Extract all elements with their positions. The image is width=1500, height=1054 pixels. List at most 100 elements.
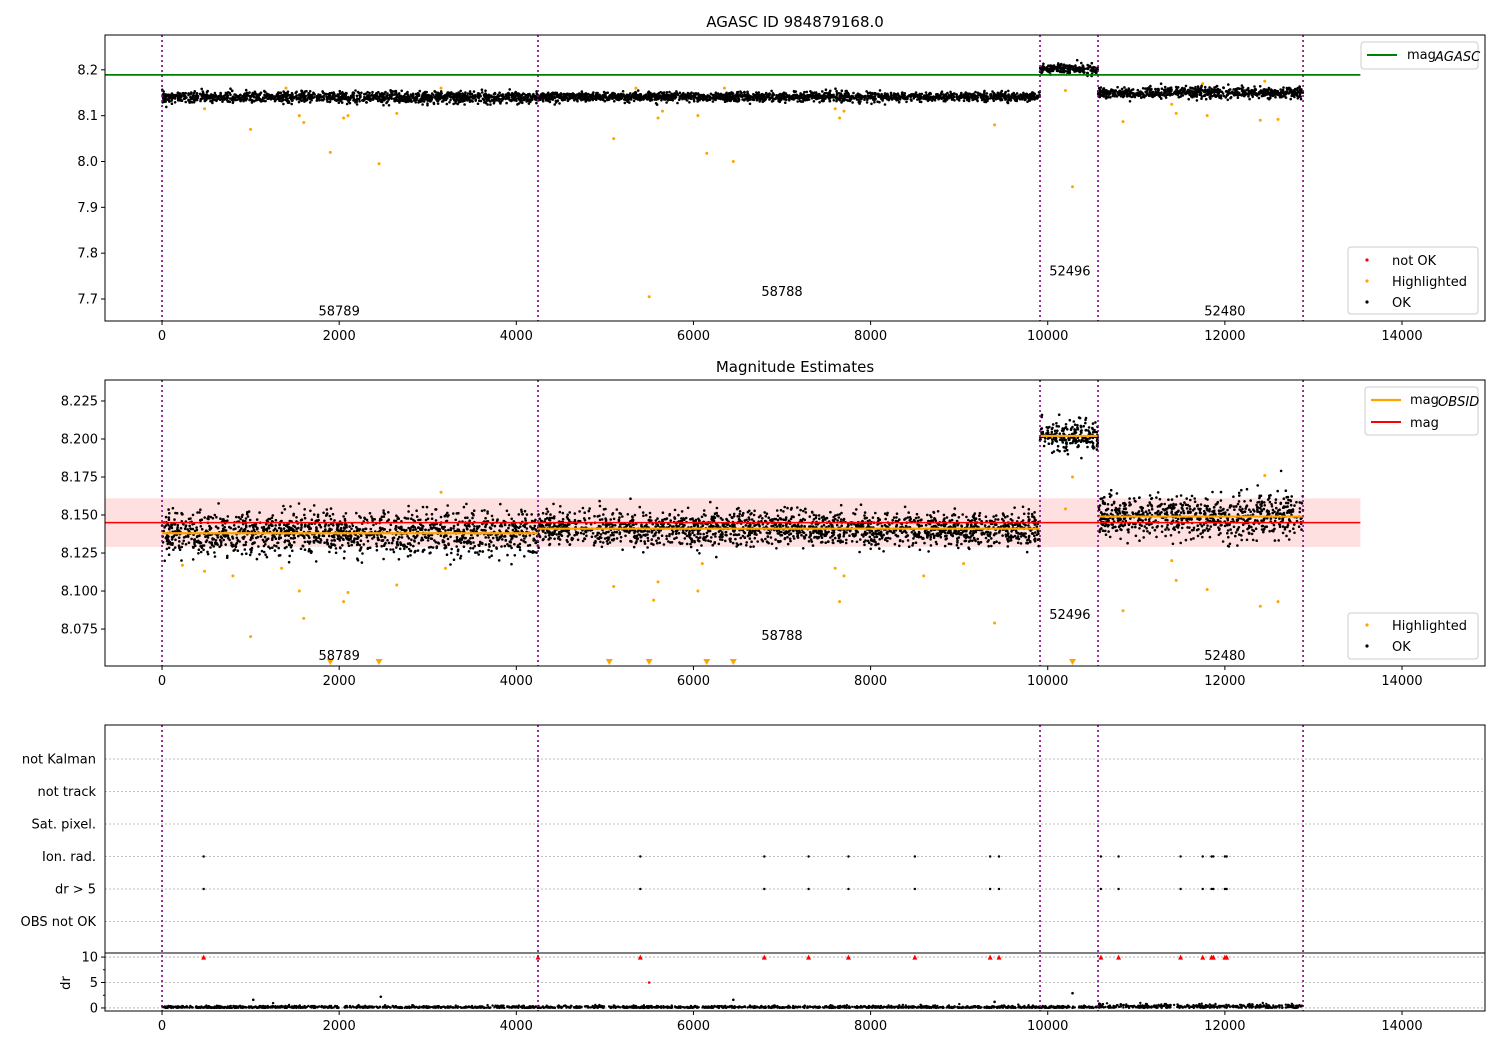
ok-point: [1182, 94, 1185, 97]
ok-point: [450, 92, 453, 95]
ok-point: [356, 103, 359, 106]
ok-point: [248, 91, 251, 94]
ok-point: [206, 551, 209, 554]
ok-point: [1282, 86, 1285, 89]
ok-point: [531, 96, 534, 99]
ok-point: [1099, 90, 1102, 93]
ok-point: [931, 99, 934, 102]
ok-point: [300, 548, 303, 551]
highlighted-point: [1206, 114, 1209, 117]
ok-point: [1042, 63, 1045, 66]
ok-point: [953, 99, 956, 102]
ok-point: [1116, 86, 1119, 89]
ok-point: [514, 554, 517, 557]
figure: AGASC ID 984879168.0 Magnitude Estimates…: [0, 0, 1500, 1050]
ok-point: [1219, 89, 1222, 92]
ok-point: [815, 94, 818, 97]
ok-point: [297, 535, 300, 538]
ok-point: [866, 101, 869, 104]
ok-point: [481, 91, 484, 94]
ok-point: [1205, 90, 1208, 93]
ok-point: [422, 506, 425, 509]
ok-point: [446, 103, 449, 106]
ok-point: [1022, 92, 1025, 95]
ok-point: [905, 101, 908, 104]
ok-point: [1213, 94, 1216, 97]
ok-point: [723, 94, 726, 97]
ok-point: [814, 97, 817, 100]
ok-point: [925, 91, 928, 94]
ok-point: [504, 545, 507, 548]
ok-point: [353, 92, 356, 95]
ok-point: [331, 95, 334, 98]
ok-point: [1248, 93, 1251, 96]
ok-point: [928, 93, 931, 96]
ok-point: [1001, 94, 1004, 97]
ok-point: [328, 528, 331, 531]
ok-point: [643, 95, 646, 98]
ok-point: [398, 99, 401, 102]
ok-point: [200, 98, 203, 101]
highlighted-point: [302, 121, 305, 124]
ok-point: [165, 106, 168, 109]
ok-point: [964, 96, 967, 99]
ok-point: [1194, 88, 1197, 91]
ok-point: [1023, 96, 1026, 99]
ok-point: [617, 94, 620, 97]
ok-point: [983, 101, 986, 104]
ok-point: [328, 551, 331, 554]
ok-point: [1123, 86, 1126, 89]
ok-point: [178, 96, 181, 99]
highlighted-point: [378, 162, 381, 165]
highlighted-point: [347, 114, 350, 117]
ok-point: [270, 95, 273, 98]
ok-point: [469, 90, 472, 93]
highlighted-point: [696, 114, 699, 117]
ok-point: [403, 100, 406, 103]
ok-point: [592, 97, 595, 100]
ok-point: [605, 96, 608, 99]
ok-point: [1280, 92, 1283, 95]
ok-point: [475, 98, 478, 101]
ok-point: [290, 103, 293, 106]
ok-point: [1066, 64, 1069, 67]
ok-point: [1279, 88, 1282, 91]
ok-point: [1208, 86, 1211, 89]
ok-point: [831, 94, 834, 97]
ok-point: [877, 95, 880, 98]
ok-point: [172, 507, 175, 510]
ok-point: [1069, 66, 1072, 69]
highlighted-point: [329, 151, 332, 154]
ok-point: [266, 556, 269, 559]
ok-point: [395, 99, 398, 102]
ok-point: [456, 536, 459, 539]
ok-point: [606, 99, 609, 102]
ok-point: [857, 101, 860, 104]
ok-point: [196, 92, 199, 95]
ok-point: [428, 98, 431, 101]
ok-point: [872, 96, 875, 99]
ok-point: [1265, 93, 1268, 96]
ok-point: [542, 97, 545, 100]
legend-mag-agasc: mag: [1407, 48, 1436, 63]
ok-point: [686, 99, 689, 102]
ok-point: [251, 99, 254, 102]
ok-point: [481, 88, 484, 91]
ok-point: [610, 95, 613, 98]
ok-point: [1228, 92, 1231, 95]
ok-point: [1160, 82, 1163, 85]
ok-point: [476, 534, 479, 537]
magnitude-estimates-panel: 587895878852496524808.0758.1008.1258.150…: [61, 380, 1485, 689]
ok-point: [171, 102, 174, 105]
ok-point: [256, 558, 259, 561]
ok-point: [589, 95, 592, 98]
ok-point: [361, 552, 364, 555]
ok-point: [181, 513, 184, 516]
ok-point: [655, 102, 658, 105]
ok-point: [302, 93, 305, 96]
ok-point: [1007, 102, 1010, 105]
ok-point: [359, 96, 362, 99]
ok-point: [274, 524, 277, 527]
ok-point: [290, 95, 293, 98]
ok-point: [1240, 87, 1243, 90]
